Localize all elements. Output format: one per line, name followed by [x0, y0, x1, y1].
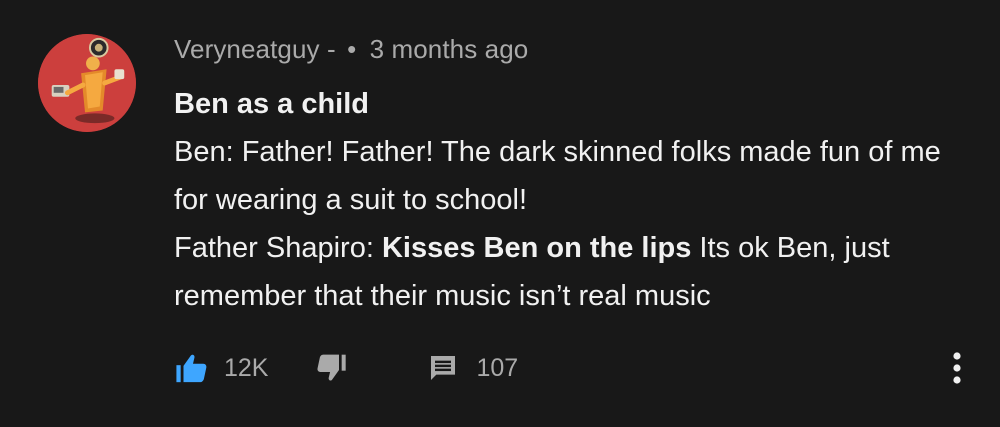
comment-header: Veryneatguy - • 3 months ago: [174, 34, 528, 65]
more-actions-button[interactable]: [944, 348, 970, 388]
comment-line-1: Ben: Father! Father! The dark skinned fo…: [174, 136, 941, 216]
comment-line-2: Father Shapiro: Kisses Ben on the lips I…: [174, 224, 964, 320]
comment-actions: 12K 107: [174, 346, 518, 390]
dislike-button[interactable]: [314, 352, 348, 384]
author-avatar[interactable]: [38, 34, 136, 132]
thumbs-up-icon: [174, 351, 210, 385]
comment-timestamp[interactable]: 3 months ago: [370, 34, 529, 64]
avatar-illustration: [38, 34, 136, 132]
comment-title: Ben as a child: [174, 88, 370, 120]
like-button[interactable]: 12K: [174, 351, 268, 385]
like-count: 12K: [224, 353, 269, 382]
comment-body: Ben as a child Ben: Father! Father! The …: [174, 80, 964, 320]
reply-count: 107: [476, 353, 519, 382]
author-name[interactable]: Veryneatguy -: [174, 34, 336, 64]
more-vertical-icon: [952, 351, 962, 385]
comment-icon: [426, 352, 460, 384]
comment-line-2-prefix: Father Shapiro:: [174, 232, 382, 264]
reply-button[interactable]: 107: [426, 352, 518, 384]
thumbs-down-icon: [314, 352, 348, 384]
header-separator: •: [347, 34, 357, 64]
comment-line-2-bold: Kisses Ben on the lips: [381, 232, 692, 264]
